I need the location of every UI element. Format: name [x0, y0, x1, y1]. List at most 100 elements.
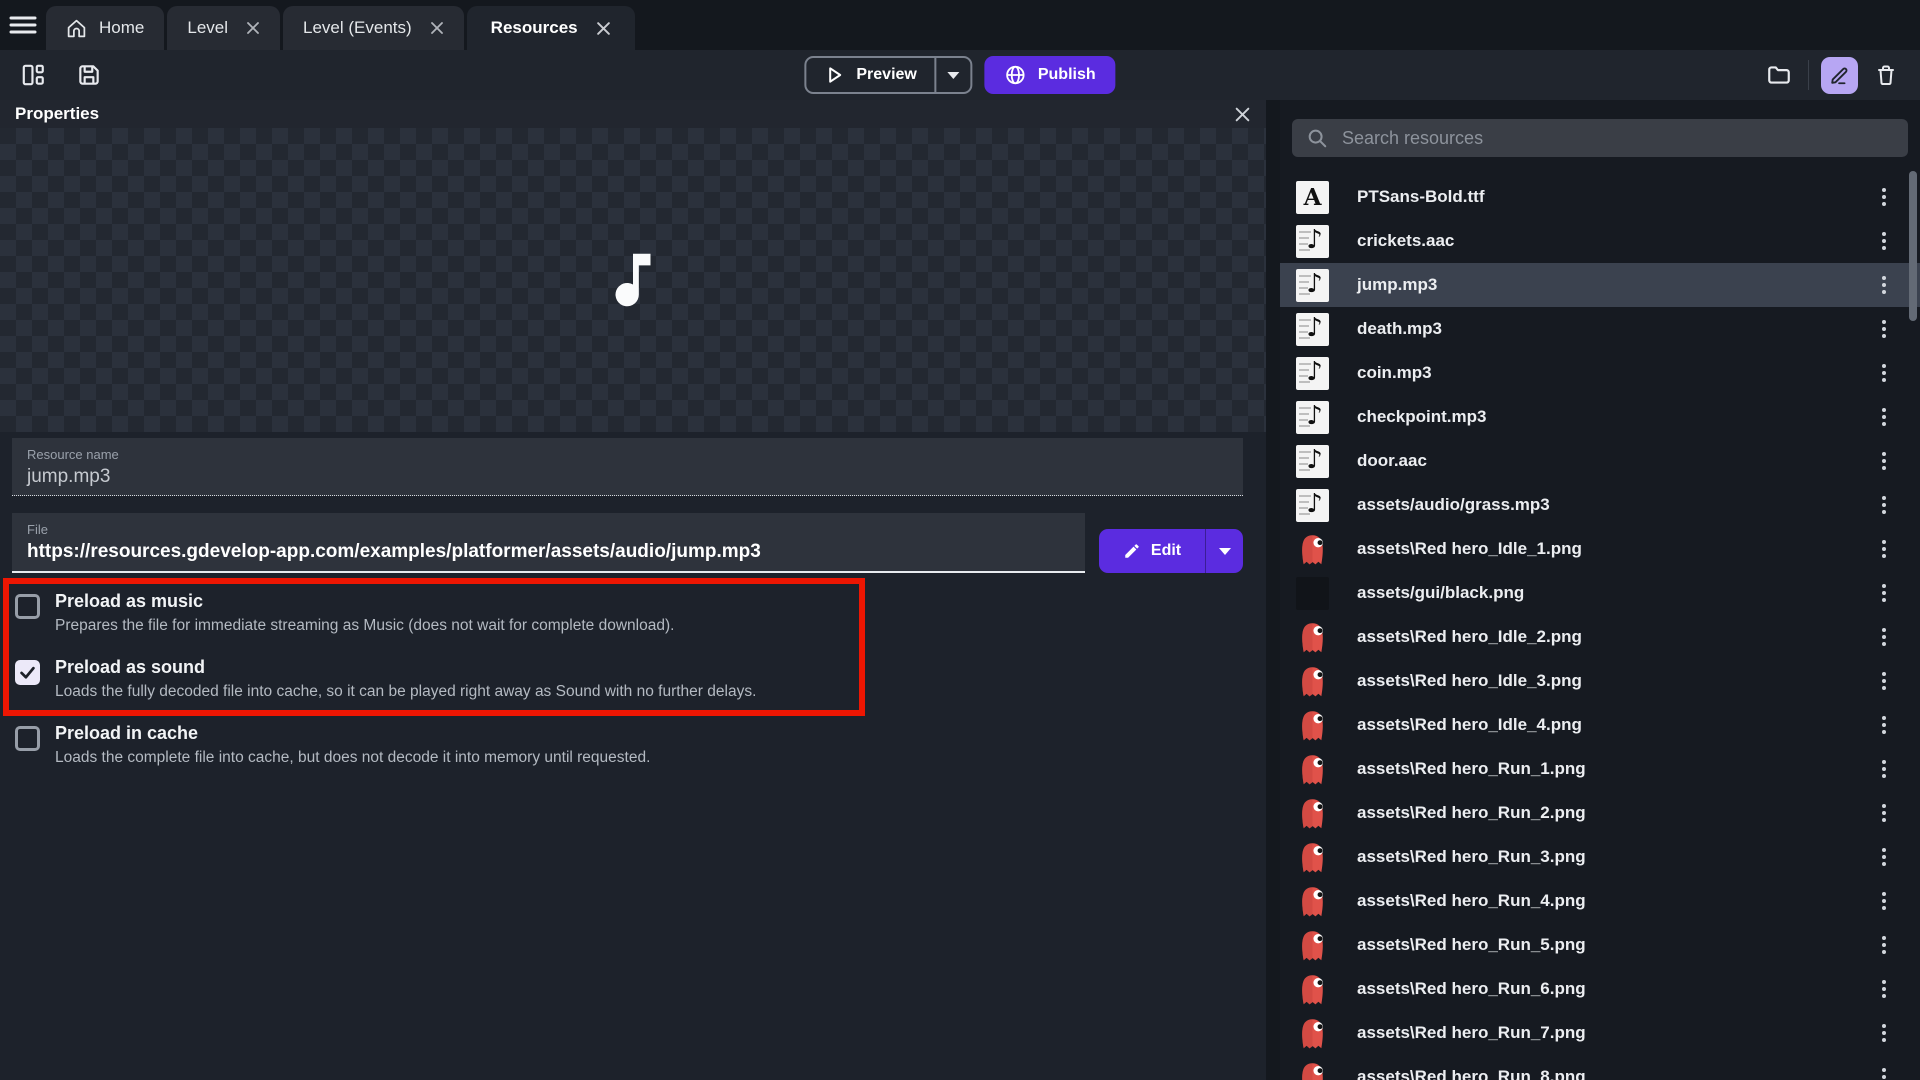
tab-home[interactable]: Home — [46, 6, 164, 50]
hamburger-icon — [9, 15, 37, 35]
kebab-menu-icon[interactable] — [1878, 228, 1890, 254]
option-title: Preload as music — [55, 589, 674, 613]
search-input[interactable] — [1342, 128, 1894, 149]
kebab-menu-icon[interactable] — [1878, 580, 1890, 606]
delete-button[interactable] — [1870, 59, 1902, 91]
kebab-menu-icon[interactable] — [1878, 492, 1890, 518]
kebab-menu-icon[interactable] — [1878, 668, 1890, 694]
tab-close-icon[interactable] — [596, 21, 611, 36]
resource-type-icon — [1296, 621, 1329, 654]
resource-list-item[interactable]: assets\Red hero_Run_4.png — [1280, 879, 1920, 923]
kebab-menu-icon[interactable] — [1878, 272, 1890, 298]
publish-button[interactable]: Publish — [985, 56, 1116, 94]
save-button[interactable] — [72, 58, 106, 92]
preview-button[interactable]: Preview — [806, 58, 934, 92]
open-folder-button[interactable] — [1762, 58, 1796, 92]
kebab-menu-icon[interactable] — [1878, 1020, 1890, 1046]
option-preload-as-sound: Preload as sound Loads the fully decoded… — [15, 655, 1243, 721]
resource-name-label: assets/audio/grass.mp3 — [1357, 495, 1550, 515]
resource-list-item[interactable]: assets\Red hero_Idle_4.png — [1280, 703, 1920, 747]
resource-name-field[interactable]: Resource name jump.mp3 — [12, 438, 1243, 496]
properties-header: Properties — [0, 100, 1266, 128]
resource-list-item[interactable]: ♪ jump.mp3 — [1280, 263, 1920, 307]
resource-list-item[interactable]: ♪ coin.mp3 — [1280, 351, 1920, 395]
project-manager-button[interactable] — [16, 58, 50, 92]
resource-list-item[interactable]: A PTSans-Bold.ttf — [1280, 175, 1920, 219]
tab-resources[interactable]: Resources — [467, 6, 635, 50]
file-row: File https://resources.gdevelop-app.com/… — [12, 513, 1243, 573]
kebab-menu-icon[interactable] — [1878, 360, 1890, 386]
resource-name-label: PTSans-Bold.ttf — [1357, 187, 1485, 207]
resource-name-label: assets\Red hero_Idle_3.png — [1357, 671, 1582, 691]
kebab-menu-icon[interactable] — [1878, 316, 1890, 342]
resource-list-item[interactable]: assets\Red hero_Run_5.png — [1280, 923, 1920, 967]
resources-panel: A PTSans-Bold.ttf ♪ crickets.aac ♪ jump.… — [1280, 100, 1920, 1080]
preview-options-button[interactable] — [935, 58, 971, 92]
tab-close-icon[interactable] — [430, 21, 444, 35]
kebab-menu-icon[interactable] — [1878, 888, 1890, 914]
resource-list-item[interactable]: ♪ checkpoint.mp3 — [1280, 395, 1920, 439]
play-icon — [824, 65, 844, 85]
tab-close-icon[interactable] — [246, 21, 260, 35]
resource-type-icon — [1296, 665, 1329, 698]
resource-list-item[interactable]: assets\Red hero_Idle_1.png — [1280, 527, 1920, 571]
save-icon — [76, 62, 102, 88]
resource-list-item[interactable]: assets\Red hero_Run_6.png — [1280, 967, 1920, 1011]
field-label: Resource name — [27, 447, 1228, 462]
kebab-menu-icon[interactable] — [1878, 536, 1890, 562]
edit-properties-button[interactable] — [1821, 57, 1858, 94]
kebab-menu-icon[interactable] — [1878, 800, 1890, 826]
resources-search[interactable] — [1292, 119, 1908, 157]
file-url-value[interactable]: https://resources.gdevelop-app.com/examp… — [27, 541, 1070, 563]
preload-as-sound-checkbox[interactable] — [15, 660, 40, 685]
preview-label: Preview — [856, 66, 916, 84]
resource-list-item[interactable]: assets\Red hero_Run_2.png — [1280, 791, 1920, 835]
tab-level[interactable]: Level — [167, 6, 280, 50]
search-icon — [1306, 127, 1328, 149]
preload-as-music-checkbox[interactable] — [15, 594, 40, 619]
kebab-menu-icon[interactable] — [1878, 1064, 1890, 1080]
resource-list-item[interactable]: assets\Red hero_Run_8.png — [1280, 1055, 1920, 1080]
resource-list-item[interactable]: assets\Red hero_Run_1.png — [1280, 747, 1920, 791]
kebab-menu-icon[interactable] — [1878, 756, 1890, 782]
scrollbar[interactable] — [1909, 171, 1917, 321]
resource-name-value[interactable]: jump.mp3 — [27, 466, 1228, 488]
main-menu-button[interactable] — [0, 0, 46, 50]
kebab-menu-icon[interactable] — [1878, 712, 1890, 738]
resource-list-item[interactable]: assets\Red hero_Run_7.png — [1280, 1011, 1920, 1055]
kebab-menu-icon[interactable] — [1878, 932, 1890, 958]
resource-list-item[interactable]: assets/gui/black.png — [1280, 571, 1920, 615]
file-field[interactable]: File https://resources.gdevelop-app.com/… — [12, 513, 1085, 573]
edit-options-button[interactable] — [1205, 529, 1243, 573]
kebab-menu-icon[interactable] — [1878, 976, 1890, 1002]
resource-list-item[interactable]: ♪ death.mp3 — [1280, 307, 1920, 351]
edit-label: Edit — [1151, 542, 1181, 560]
resource-type-icon: ♪ — [1296, 313, 1329, 346]
resource-type-icon — [1296, 841, 1329, 874]
field-label: File — [27, 522, 1070, 537]
kebab-menu-icon[interactable] — [1878, 448, 1890, 474]
tab-level-events[interactable]: Level (Events) — [283, 6, 464, 50]
kebab-menu-icon[interactable] — [1878, 184, 1890, 210]
resource-list-item[interactable]: assets\Red hero_Run_3.png — [1280, 835, 1920, 879]
layout-panels-icon — [20, 62, 46, 88]
resource-type-icon — [1296, 885, 1329, 918]
edit-file-button[interactable]: Edit — [1099, 529, 1205, 573]
resource-type-icon — [1296, 797, 1329, 830]
resource-name-label: assets\Red hero_Idle_1.png — [1357, 539, 1582, 559]
resource-list-item[interactable]: assets\Red hero_Idle_2.png — [1280, 615, 1920, 659]
resource-type-icon — [1296, 753, 1329, 786]
kebab-menu-icon[interactable] — [1878, 404, 1890, 430]
option-preload-in-cache: Preload in cache Loads the complete file… — [15, 721, 1243, 787]
close-properties-button[interactable] — [1234, 106, 1251, 123]
kebab-menu-icon[interactable] — [1878, 624, 1890, 650]
resource-list-item[interactable]: assets\Red hero_Idle_3.png — [1280, 659, 1920, 703]
kebab-menu-icon[interactable] — [1878, 844, 1890, 870]
resource-list-item[interactable]: ♪ door.aac — [1280, 439, 1920, 483]
home-icon — [66, 18, 87, 39]
resource-list-item[interactable]: ♪ crickets.aac — [1280, 219, 1920, 263]
tab-label: Resources — [491, 18, 578, 38]
preload-in-cache-checkbox[interactable] — [15, 726, 40, 751]
resource-list-item[interactable]: ♪ assets/audio/grass.mp3 — [1280, 483, 1920, 527]
trash-icon — [1874, 63, 1898, 87]
